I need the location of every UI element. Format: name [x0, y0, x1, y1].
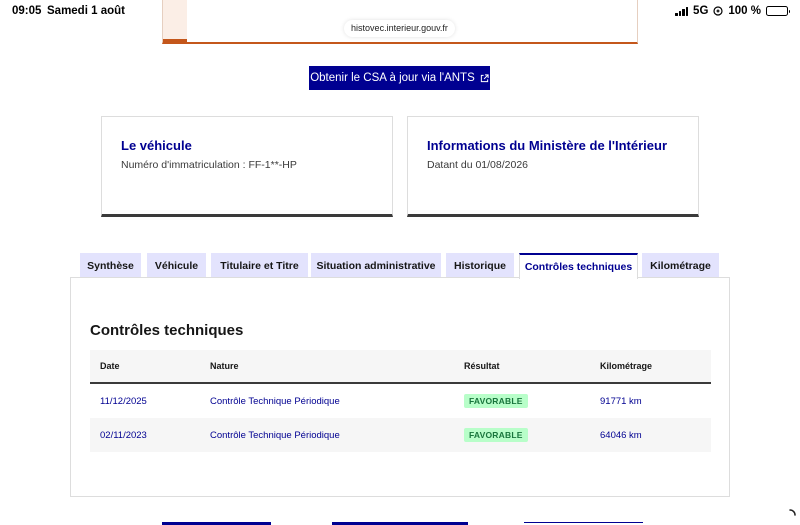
result-badge: FAVORABLE: [464, 394, 528, 408]
table-row: 11/12/2025 Contrôle Technique Périodique…: [90, 384, 711, 418]
tab-panel: Contrôles techniques Date Nature Résulta…: [70, 277, 730, 497]
obtain-csa-label: Obtenir le CSA à jour via l'ANTS: [310, 72, 475, 84]
battery-percentage: 100 %: [728, 5, 761, 17]
alert-accent-bar: [163, 0, 187, 42]
column-header-date: Date: [100, 361, 120, 371]
tab-situation-administrative[interactable]: Situation administrative: [311, 253, 441, 278]
ministry-card-title: Informations du Ministère de l'Intérieur: [427, 138, 668, 153]
row-result: FAVORABLE: [464, 384, 528, 418]
tab-historique[interactable]: Historique: [446, 253, 514, 278]
controls-table: Date Nature Résultat Kilométrage 11/12/2…: [90, 350, 711, 452]
ministry-info-card: Informations du Ministère de l'Intérieur…: [407, 116, 699, 217]
status-time: 09:05: [12, 5, 42, 17]
external-link-icon: [480, 73, 489, 82]
orientation-lock-icon: [713, 6, 723, 16]
column-header-result: Résultat: [464, 361, 500, 371]
obtain-csa-button[interactable]: Obtenir le CSA à jour via l'ANTS: [309, 66, 490, 90]
row-date: 11/12/2025: [100, 395, 147, 407]
status-indicators: 5G 100 %: [675, 5, 790, 17]
tab-controles-techniques[interactable]: Contrôles techniques: [519, 253, 638, 279]
ministry-info-date: Datant du 01/08/2026: [427, 159, 529, 171]
row-mileage: 91771 km: [600, 395, 642, 407]
registration-number: Numéro d'immatriculation : FF-1**-HP: [121, 159, 297, 171]
url-bar[interactable]: histovec.interieur.gouv.fr: [344, 20, 455, 37]
row-mileage: 64046 km: [600, 429, 642, 441]
status-date: Samedi 1 août: [47, 5, 125, 17]
vehicle-card: Le véhicule Numéro d'immatriculation : F…: [101, 116, 393, 217]
row-result: FAVORABLE: [464, 418, 528, 452]
cellular-signal-icon: [675, 6, 689, 16]
table-row: 02/11/2023 Contrôle Technique Périodique…: [90, 418, 711, 452]
table-header: Date Nature Résultat Kilométrage: [90, 350, 711, 384]
loading-spinner-icon: [789, 509, 796, 516]
column-header-mileage: Kilométrage: [600, 361, 653, 371]
tab-synthese[interactable]: Synthèse: [80, 253, 141, 278]
row-date: 02/11/2023: [100, 429, 147, 441]
section-title: Contrôles techniques: [90, 322, 244, 339]
result-badge: FAVORABLE: [464, 428, 528, 442]
network-type: 5G: [693, 5, 709, 17]
tab-kilometrage[interactable]: Kilométrage: [642, 253, 719, 278]
tab-vehicule[interactable]: Véhicule: [147, 253, 206, 278]
row-nature: Contrôle Technique Périodique: [210, 429, 340, 441]
tab-titulaire-titre[interactable]: Titulaire et Titre: [211, 253, 308, 278]
battery-icon: [766, 6, 790, 16]
column-header-nature: Nature: [210, 361, 239, 371]
row-nature: Contrôle Technique Périodique: [210, 395, 340, 407]
vehicle-card-title: Le véhicule: [121, 138, 192, 153]
